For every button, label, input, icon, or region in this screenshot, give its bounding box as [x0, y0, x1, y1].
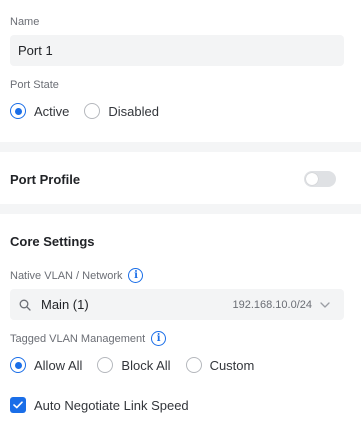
- block-all-radio[interactable]: Block All: [97, 357, 171, 373]
- info-icon[interactable]: i: [128, 268, 144, 283]
- auto-negotiate-label: Auto Negotiate Link Speed: [34, 397, 189, 413]
- radio-label: Disabled: [108, 103, 159, 119]
- port-profile-toggle[interactable]: [304, 171, 336, 187]
- port-state-label: Port State: [10, 79, 59, 91]
- chevron-down-icon: [320, 301, 330, 308]
- port-basic-section: Name Port 1 Port State Active Disabled: [0, 0, 361, 142]
- name-label: Name: [10, 16, 40, 28]
- native-vlan-label-text: Native VLAN / Network: [10, 269, 123, 282]
- native-vlan-subnet: 192.168.10.0/24: [232, 298, 312, 311]
- core-settings-section: Core Settings Native VLAN / Network i Ma…: [0, 214, 361, 422]
- port-state-disabled-radio[interactable]: Disabled: [84, 103, 159, 119]
- port-profile-title: Port Profile: [10, 172, 81, 187]
- radio-checked-indicator: [10, 103, 26, 119]
- radio-unchecked-indicator: [185, 357, 202, 373]
- native-vlan-select[interactable]: Main (1) 192.168.10.0/24: [10, 289, 344, 320]
- native-vlan-label: Native VLAN / Network i: [10, 268, 144, 283]
- radio-label: Block All: [121, 357, 171, 373]
- radio-label: Active: [34, 103, 70, 119]
- check-icon: [10, 397, 26, 413]
- port-state-active-radio[interactable]: Active: [10, 103, 69, 119]
- radio-label: Allow All: [34, 357, 83, 373]
- radio-unchecked-indicator: [97, 357, 114, 373]
- radio-unchecked-indicator: [84, 103, 101, 119]
- radio-label: Custom: [209, 357, 255, 373]
- allow-all-radio[interactable]: Allow All: [10, 357, 82, 373]
- custom-radio[interactable]: Custom: [185, 357, 255, 373]
- search-icon: [19, 299, 31, 311]
- toggle-knob: [306, 173, 318, 185]
- info-icon[interactable]: i: [151, 331, 167, 346]
- port-profile-section: Port Profile: [0, 152, 361, 204]
- radio-checked-indicator: [10, 357, 26, 373]
- native-vlan-value: Main (1): [41, 297, 89, 312]
- port-state-radio-group: Active Disabled: [10, 102, 174, 120]
- tagged-vlan-radio-group: Allow All Block All Custom: [10, 356, 269, 374]
- core-settings-title: Core Settings: [10, 234, 95, 249]
- tagged-vlan-label-text: Tagged VLAN Management: [10, 332, 146, 345]
- name-input[interactable]: Port 1: [10, 35, 344, 66]
- auto-negotiate-checkbox[interactable]: Auto Negotiate Link Speed: [10, 397, 189, 413]
- tagged-vlan-label: Tagged VLAN Management i: [10, 331, 167, 346]
